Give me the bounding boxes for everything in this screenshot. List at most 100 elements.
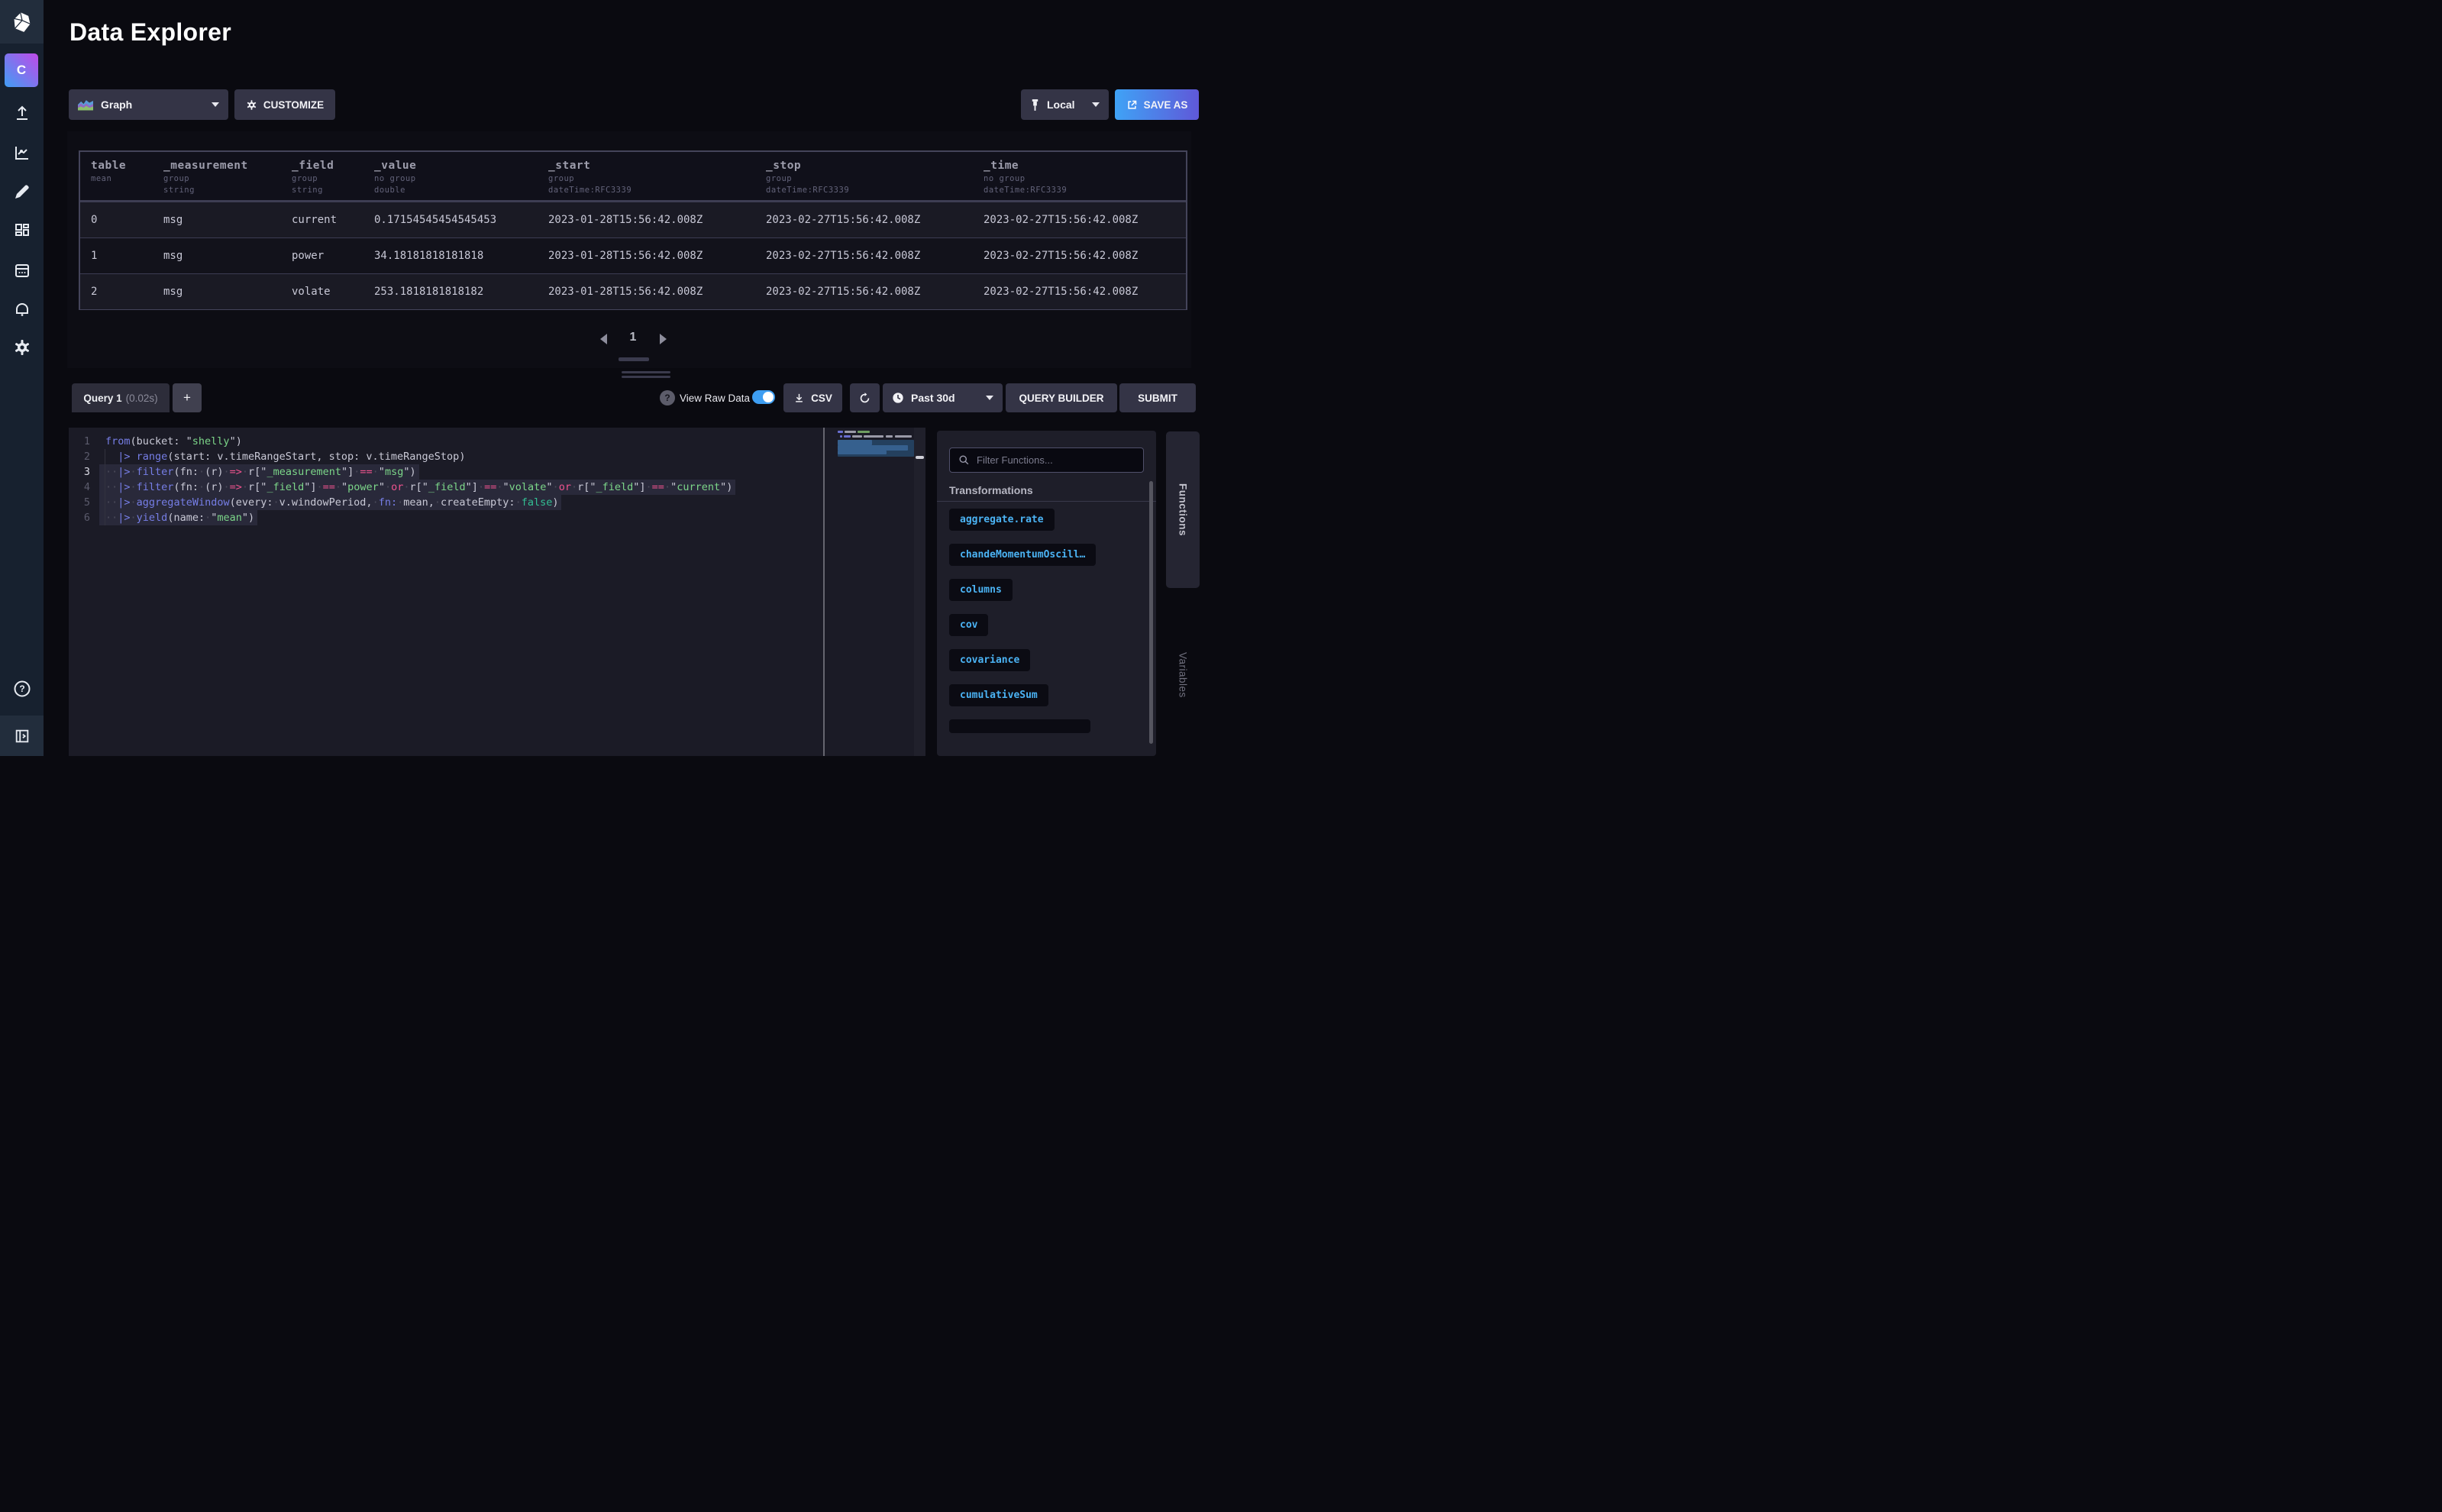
- functions-scrollbar-thumb[interactable]: [1149, 481, 1153, 744]
- code-token: ·: [515, 496, 522, 509]
- panel-resize-handle[interactable]: [622, 376, 670, 378]
- code-token: (bucket: ": [131, 435, 192, 447]
- table-column-header[interactable]: _fieldgroupstring: [292, 152, 374, 200]
- code-token: ·: [385, 481, 391, 493]
- function-item[interactable]: covariance: [949, 649, 1030, 671]
- gear-icon: [246, 99, 257, 111]
- table-column-header[interactable]: _stopgroupdateTime:RFC3339: [766, 152, 984, 200]
- customize-button[interactable]: CUSTOMIZE: [234, 89, 335, 120]
- submit-button[interactable]: SUBMIT: [1119, 383, 1196, 412]
- time-range-label: Past 30d: [911, 392, 955, 404]
- table-cell: 2023-02-27T15:56:42.008Z: [766, 250, 984, 262]
- clock-icon: [892, 392, 904, 404]
- code-token: ·: [553, 481, 559, 493]
- column-type-label: dateTime:RFC3339: [548, 186, 766, 195]
- sidebar-item-dashboards[interactable]: [0, 215, 44, 246]
- table-cell: 2023-02-27T15:56:42.008Z: [766, 214, 984, 226]
- function-item[interactable]: chandeMomentumOscill…: [949, 544, 1096, 566]
- time-range-dropdown[interactable]: Past 30d: [883, 383, 1003, 412]
- sidebar-item-tasks[interactable]: [0, 255, 44, 286]
- visualization-type-dropdown[interactable]: Graph: [69, 89, 228, 120]
- tab-functions[interactable]: Functions: [1166, 431, 1200, 588]
- editor-scrollbar-thumb[interactable]: [916, 456, 924, 459]
- save-as-button[interactable]: SAVE AS: [1115, 89, 1199, 120]
- line-number: 3: [69, 464, 99, 480]
- query-tab[interactable]: Query 1 (0.02s): [72, 383, 170, 412]
- function-item-partial[interactable]: [949, 719, 1090, 733]
- expand-panel-icon: [14, 728, 31, 745]
- function-item[interactable]: cov: [949, 614, 988, 636]
- csv-label: CSV: [811, 393, 832, 404]
- column-type-label: dateTime:RFC3339: [766, 186, 984, 195]
- view-raw-data-toggle[interactable]: [752, 390, 775, 404]
- function-item[interactable]: columns: [949, 579, 1013, 601]
- raw-data-help-icon[interactable]: ?: [660, 390, 675, 405]
- code-token: ·: [224, 466, 230, 478]
- function-item[interactable]: cumulativeSum: [949, 684, 1048, 706]
- code-token: (fn:: [173, 481, 199, 493]
- code-line[interactable]: 5··|>·aggregateWindow(every:·v.windowPer…: [69, 495, 817, 510]
- table-column-header[interactable]: _valueno groupdouble: [374, 152, 548, 200]
- code-line[interactable]: 6··|>·yield(name:·"mean"): [69, 510, 817, 525]
- code-token: "): [230, 435, 242, 447]
- code-token: ·: [131, 512, 137, 524]
- code-line[interactable]: 3··|>·filter(fn:·(r)·=>·r["_measurement"…: [69, 464, 817, 480]
- code-token: ··: [105, 481, 118, 493]
- table-column-header[interactable]: _timeno groupdateTime:RFC3339: [984, 152, 1186, 200]
- editor-scrollbar-track[interactable]: [914, 428, 925, 756]
- expand-nav-button[interactable]: [0, 716, 44, 756]
- table-cell: msg: [163, 214, 292, 226]
- sidebar-item-notebooks[interactable]: [0, 176, 44, 207]
- code-token: ·: [335, 481, 341, 493]
- function-item[interactable]: aggregate.rate: [949, 509, 1055, 531]
- line-number: 6: [69, 510, 99, 525]
- filter-functions-searchbox[interactable]: [949, 447, 1144, 473]
- refresh-button[interactable]: [850, 383, 880, 412]
- code-line-content: |> range(start: v.timeRangeStart, stop: …: [99, 449, 465, 464]
- table-cell: msg: [163, 286, 292, 298]
- add-query-button[interactable]: +: [173, 383, 202, 412]
- calendar-icon: [13, 261, 31, 279]
- code-token: (start: v.timeRangeStart, stop: v.timeRa…: [167, 451, 465, 463]
- next-page-button[interactable]: [655, 331, 670, 347]
- influxdb-logo[interactable]: [0, 0, 44, 44]
- prev-page-button[interactable]: [596, 331, 611, 347]
- flux-code-editor[interactable]: 1from(bucket: "shelly")2 |> range(start:…: [69, 428, 925, 756]
- table-scrollbar[interactable]: [619, 357, 649, 361]
- code-token: false: [522, 496, 553, 509]
- local-dropdown[interactable]: Local: [1021, 89, 1109, 120]
- code-token: ==: [323, 481, 335, 493]
- toggle-knob: [763, 392, 774, 402]
- sidebar-item-settings[interactable]: [0, 332, 44, 363]
- table-column-header[interactable]: _startgroupdateTime:RFC3339: [548, 152, 766, 200]
- code-token: or: [559, 481, 571, 493]
- search-input[interactable]: [977, 454, 1129, 466]
- column-type-label: no group: [984, 174, 1186, 183]
- code-line[interactable]: 4··|>·filter(fn:·(r)·=>·r["_field"]·==·"…: [69, 480, 817, 495]
- customize-label: CUSTOMIZE: [263, 99, 324, 111]
- page-number[interactable]: 1: [622, 331, 644, 344]
- query-builder-button[interactable]: QUERY BUILDER: [1006, 383, 1117, 412]
- code-line[interactable]: 1from(bucket: "shelly"): [69, 434, 817, 449]
- sidebar-item-load-data[interactable]: [0, 98, 44, 128]
- sidebar-item-help[interactable]: ?: [0, 674, 44, 704]
- table-cell: 2023-02-27T15:56:42.008Z: [984, 250, 1186, 262]
- tab-variables[interactable]: Variables: [1166, 640, 1200, 710]
- code-token: volate: [509, 481, 547, 493]
- sidebar-item-data-explorer[interactable]: [0, 137, 44, 168]
- avatar[interactable]: C: [5, 53, 38, 87]
- table-column-header[interactable]: _measurementgroupstring: [163, 152, 292, 200]
- code-line-content: ··|>·yield(name:·"mean"): [99, 510, 257, 525]
- sidebar-item-alerts[interactable]: [0, 294, 44, 325]
- csv-download-button[interactable]: CSV: [783, 383, 842, 412]
- code-token: (r): [205, 481, 223, 493]
- table-row: 0msgcurrent0.171545454545454532023-01-28…: [80, 202, 1186, 237]
- gear-icon: [13, 338, 31, 357]
- editor-minimap[interactable]: [838, 431, 914, 464]
- code-line[interactable]: 2 |> range(start: v.timeRangeStart, stop…: [69, 449, 817, 464]
- code-token: ·: [242, 466, 248, 478]
- column-type-label: string: [163, 186, 292, 195]
- panel-resize-handle[interactable]: [622, 371, 670, 373]
- export-icon: [1126, 99, 1138, 111]
- table-column-header[interactable]: tablemean: [91, 152, 163, 200]
